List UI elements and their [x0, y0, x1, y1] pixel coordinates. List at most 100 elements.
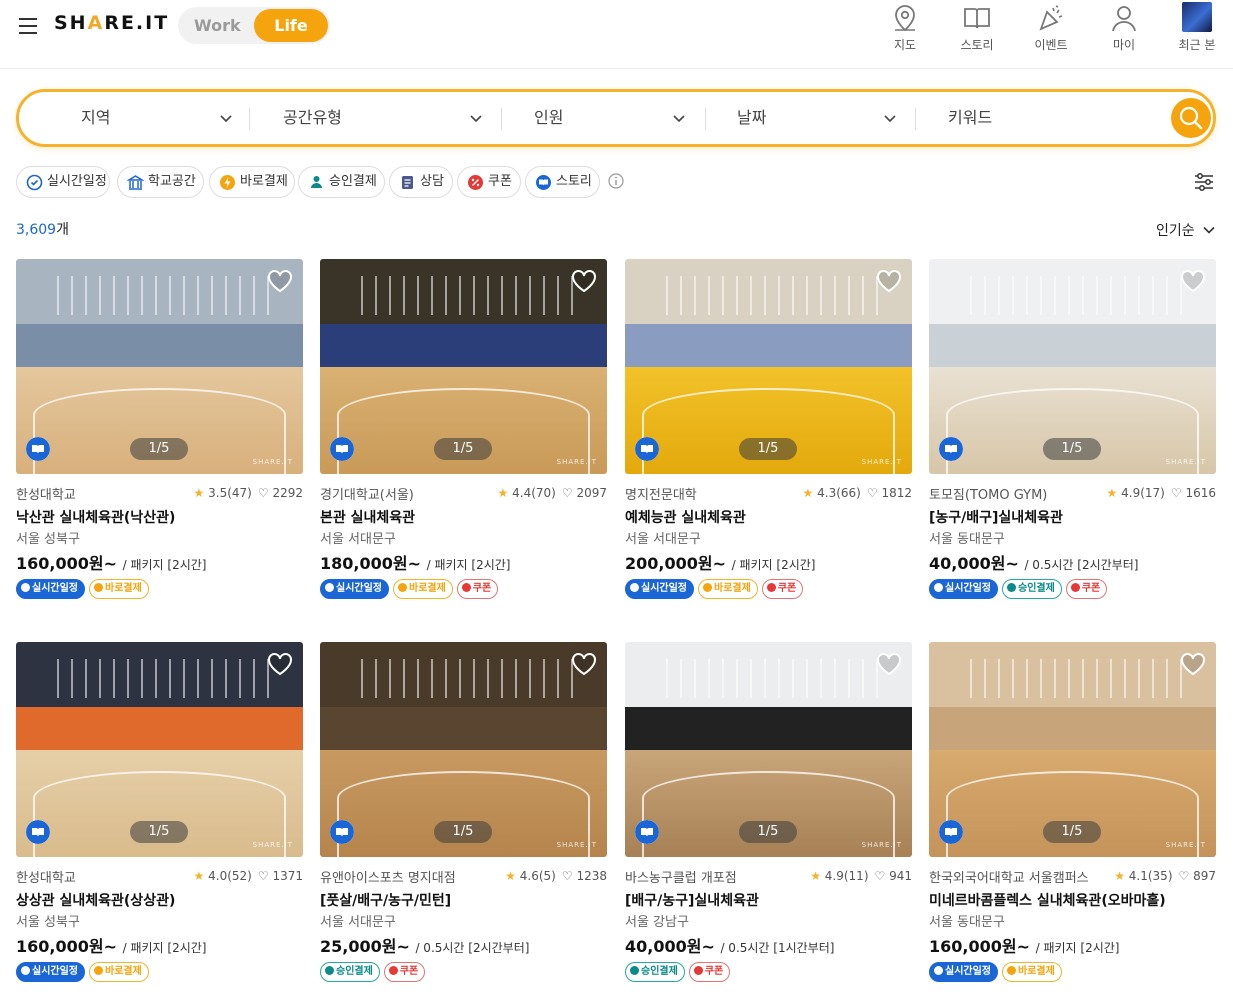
filter-story[interactable]: 스토리 — [525, 166, 600, 198]
divider — [915, 108, 916, 130]
listing-price: 200,000원~ / 패키지 [2시간] — [625, 550, 815, 574]
photo-court-lines — [642, 771, 895, 857]
work-life-toggle[interactable]: Work Life — [178, 7, 330, 44]
menu-icon[interactable] — [19, 18, 37, 34]
star-icon: ★ — [193, 869, 205, 883]
heart-icon[interactable] — [267, 652, 293, 676]
tag-label: 실시간일정 — [945, 583, 991, 594]
tag-dot — [934, 966, 943, 975]
listing-card[interactable]: 1/5 SHARE.IT 경기대학교(서울) ★ 4.4(70) ♡ 2097 본… — [320, 259, 607, 609]
nav-my-label: 마이 — [1112, 38, 1136, 52]
heart-icon[interactable] — [571, 652, 597, 676]
filter-instant-pay[interactable]: 바로결제 — [209, 166, 295, 198]
rating-value: 4.1(35) — [1128, 869, 1173, 883]
listing-photo[interactable]: 1/5 SHARE.IT — [625, 642, 912, 857]
filter-settings-icon[interactable] — [1193, 172, 1215, 192]
party-icon — [1039, 5, 1063, 31]
tag-badge: 바로결제 — [89, 962, 149, 982]
rating-value: 4.6(5) — [519, 869, 556, 883]
listing-title[interactable]: [배구/농구]실내체육관 — [625, 890, 759, 910]
star-icon: ★ — [193, 486, 205, 500]
listing-title[interactable]: 상상관 실내체육관(상상관) — [16, 890, 175, 910]
heart-icon[interactable] — [571, 269, 597, 293]
listing-title[interactable]: 낙산관 실내체육관(낙산관) — [16, 507, 175, 527]
heart-icon[interactable] — [876, 269, 902, 293]
listing-photo[interactable]: 1/5 SHARE.IT — [16, 259, 303, 474]
rating-value: 3.5(47) — [208, 486, 252, 500]
tag-dot — [21, 583, 30, 592]
filter-school[interactable]: 학교공간 — [117, 166, 204, 198]
heart-icon[interactable] — [1180, 269, 1206, 293]
listing-photo[interactable]: 1/5 SHARE.IT — [929, 642, 1216, 857]
space-type-select[interactable]: 공간유형 — [283, 92, 483, 144]
photo-pager: 1/5 — [434, 438, 492, 460]
nav-recent[interactable]: 최근 본 — [1167, 2, 1227, 53]
nav-map-label: 지도 — [893, 38, 917, 52]
filter-instant-pay-label: 바로결제 — [240, 174, 288, 189]
tag-badge: 바로결제 — [393, 579, 453, 599]
listing-card[interactable]: 1/5 SHARE.IT 한성대학교 ★ 3.5(47) ♡ 2292 낙산관 실… — [16, 259, 303, 609]
filter-story-label: 스토리 — [556, 174, 592, 189]
listing-card[interactable]: 1/5 SHARE.IT 바스농구클럽 개포점 ★ 4.9(11) ♡ 941 [… — [625, 642, 912, 992]
price-unit: / 패키지 [2시간] — [426, 558, 511, 572]
listing-card[interactable]: 1/5 SHARE.IT 한국외국어대학교 서울캠퍼스 ★ 4.1(35) ♡ 8… — [929, 642, 1216, 992]
listing-title[interactable]: [농구/배구]실내체육관 — [929, 507, 1063, 527]
tag-dot — [630, 966, 639, 975]
listing-price: 25,000원~ / 0.5시간 [2시간부터] — [320, 933, 529, 957]
listing-photo[interactable]: 1/5 SHARE.IT — [320, 642, 607, 857]
listing-title[interactable]: 미네르바콤플렉스 실내체육관(오바마홀) — [929, 890, 1166, 910]
mode-life[interactable]: Life — [254, 9, 328, 42]
brand-logo[interactable]: SHARE.IT — [54, 12, 169, 34]
listing-card[interactable]: 1/5 SHARE.IT 유앤아이스포츠 명지대점 ★ 4.6(5) ♡ 1238… — [320, 642, 607, 992]
filter-realtime[interactable]: 실시간일정 — [16, 166, 110, 198]
heart-icon[interactable] — [267, 269, 293, 293]
date-select[interactable]: 날짜 — [737, 92, 897, 144]
story-book-icon — [536, 175, 551, 190]
rating-value: 4.4(70) — [512, 486, 556, 500]
nav-map[interactable]: 지도 — [875, 2, 935, 53]
listing-photo[interactable]: 1/5 SHARE.IT — [625, 259, 912, 474]
listing-location: 서울 동대문구 — [929, 915, 1005, 930]
price-value: 25,000원~ — [320, 937, 410, 956]
listing-photo[interactable]: 1/5 SHARE.IT — [320, 259, 607, 474]
sort-select[interactable]: 인기순 — [1156, 220, 1215, 240]
info-icon[interactable] — [608, 173, 624, 189]
mode-work[interactable]: Work — [194, 16, 241, 35]
listing-location: 서울 서대문구 — [625, 532, 701, 547]
tag-label: 바로결제 — [105, 583, 142, 594]
rating-value: 4.3(66) — [817, 486, 861, 500]
divider — [249, 108, 250, 130]
nav-my[interactable]: 마이 — [1094, 2, 1154, 53]
listing-title[interactable]: 본관 실내체육관 — [320, 507, 415, 527]
listing-card[interactable]: 1/5 SHARE.IT 한성대학교 ★ 4.0(52) ♡ 1371 상상관 실… — [16, 642, 303, 992]
photo-pager: 1/5 — [1043, 438, 1101, 460]
listing-card[interactable]: 1/5 SHARE.IT 토모짐(TOMO GYM) ★ 4.9(17) ♡ 16… — [929, 259, 1216, 609]
heart-icon[interactable] — [1180, 652, 1206, 676]
filter-approval-pay[interactable]: 승인결제 — [298, 166, 385, 198]
tag-dot — [1007, 583, 1016, 592]
filter-consult[interactable]: 상담 — [389, 166, 453, 198]
people-select[interactable]: 인원 — [534, 92, 686, 144]
listing-title[interactable]: [풋살/배구/농구/민턴] — [320, 890, 451, 910]
nav-story[interactable]: 스토리 — [947, 2, 1007, 53]
photo-watermark: SHARE.IT — [252, 841, 293, 849]
chevron-down-icon — [220, 115, 232, 123]
listing-photo[interactable]: 1/5 SHARE.IT — [16, 642, 303, 857]
nav-event[interactable]: 이벤트 — [1021, 2, 1081, 53]
keyword-input[interactable]: 키워드 — [948, 92, 1148, 144]
photo-watermark: SHARE.IT — [1165, 458, 1206, 466]
price-unit: / 0.5시간 [2시간부터] — [415, 941, 530, 955]
listing-photo[interactable]: 1/5 SHARE.IT — [929, 259, 1216, 474]
search-button[interactable] — [1171, 98, 1211, 138]
photo-watermark: SHARE.IT — [861, 458, 902, 466]
photo-watermark: SHARE.IT — [1165, 841, 1206, 849]
photo-court-lines — [946, 388, 1199, 474]
listing-title[interactable]: 예체능관 실내체육관 — [625, 507, 746, 527]
book-icon — [964, 8, 990, 29]
chevron-down-icon — [1203, 226, 1215, 234]
filter-coupon[interactable]: 쿠폰 — [457, 166, 521, 198]
heart-icon[interactable] — [876, 652, 902, 676]
tag-badge: 실시간일정 — [16, 579, 85, 599]
region-select[interactable]: 지역 — [81, 92, 233, 144]
listing-card[interactable]: 1/5 SHARE.IT 명지전문대학 ★ 4.3(66) ♡ 1812 예체능관… — [625, 259, 912, 609]
